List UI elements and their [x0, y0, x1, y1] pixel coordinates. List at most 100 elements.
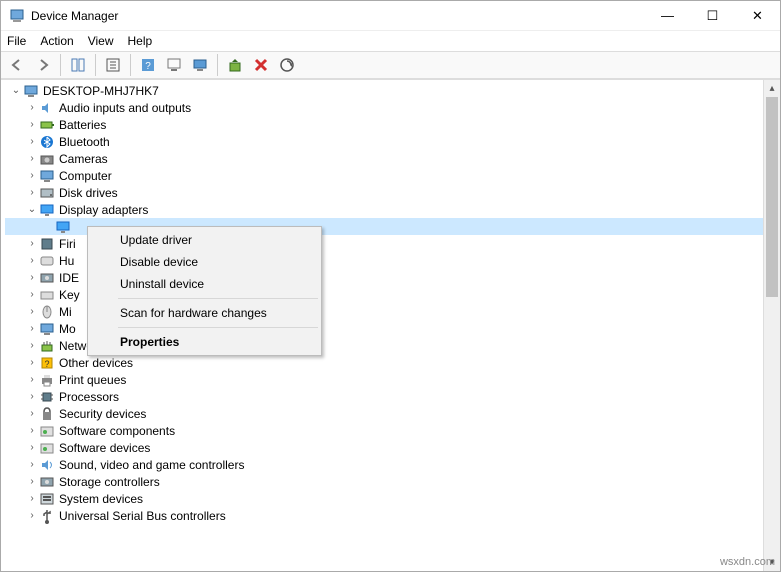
menu-action[interactable]: Action	[40, 34, 73, 48]
tree-node-label: Mo	[59, 322, 76, 336]
chevron-right-icon[interactable]: ›	[25, 255, 39, 266]
tree-node-label: Other devices	[59, 356, 133, 370]
chevron-right-icon[interactable]: ›	[25, 391, 39, 402]
chevron-right-icon[interactable]: ›	[25, 102, 39, 113]
device-category-icon	[39, 406, 55, 422]
device-category-icon	[39, 372, 55, 388]
back-button[interactable]	[5, 53, 29, 77]
maximize-button[interactable]: ☐	[690, 1, 735, 30]
device-category-icon: ?	[39, 355, 55, 371]
chevron-right-icon[interactable]: ›	[25, 357, 39, 368]
chevron-down-icon[interactable]: ⌄	[9, 85, 23, 96]
show-hide-console-button[interactable]	[66, 53, 90, 77]
device-category-icon	[39, 236, 55, 252]
tree-node[interactable]: ›? Other devices	[5, 354, 763, 371]
tree-node[interactable]: › Universal Serial Bus controllers	[5, 507, 763, 524]
tree-node[interactable]: ›Processors	[5, 388, 763, 405]
chevron-right-icon[interactable]: ›	[25, 493, 39, 504]
tree-node-label: Mi	[59, 305, 72, 319]
tree-node[interactable]: ›Storage controllers	[5, 473, 763, 490]
menu-file[interactable]: File	[7, 34, 26, 48]
close-button[interactable]: ✕	[735, 1, 780, 30]
device-category-icon	[39, 185, 55, 201]
update-driver-button[interactable]	[223, 53, 247, 77]
tree-node[interactable]: › Print queues	[5, 371, 763, 388]
menu-help[interactable]: Help	[128, 34, 153, 48]
tree-node[interactable]: › Software components	[5, 422, 763, 439]
monitor-button[interactable]	[188, 53, 212, 77]
toolbar-separator	[130, 54, 131, 76]
chevron-right-icon[interactable]: ›	[25, 119, 39, 130]
computer-icon	[23, 83, 39, 99]
chevron-right-icon[interactable]: ›	[25, 136, 39, 147]
context-menu: Update driver Disable device Uninstall d…	[87, 226, 322, 356]
device-category-icon	[39, 287, 55, 303]
tree-node[interactable]: ›System devices	[5, 490, 763, 507]
device-category-icon	[39, 491, 55, 507]
tree-node-label: Sound, video and game controllers	[59, 458, 244, 472]
scrollbar[interactable]: ▴ ▾	[763, 80, 780, 571]
device-category-icon	[39, 253, 55, 269]
properties-button[interactable]	[101, 53, 125, 77]
forward-button[interactable]	[31, 53, 55, 77]
chevron-down-icon[interactable]: ⌄	[25, 204, 39, 215]
chevron-right-icon[interactable]: ›	[25, 425, 39, 436]
help-button[interactable]: ?	[136, 53, 160, 77]
tree-node-label: Software components	[59, 424, 175, 438]
ctx-scan-hardware[interactable]: Scan for hardware changes	[90, 302, 319, 324]
tree-node-label: Audio inputs and outputs	[59, 101, 191, 115]
tree-node[interactable]: ›Batteries	[5, 116, 763, 133]
chevron-right-icon[interactable]: ›	[25, 459, 39, 470]
chevron-right-icon[interactable]: ›	[25, 306, 39, 317]
device-category-icon	[39, 134, 55, 150]
device-category-icon	[39, 304, 55, 320]
tree-node-label: Firi	[59, 237, 76, 251]
chevron-right-icon[interactable]: ›	[25, 374, 39, 385]
refresh-button[interactable]	[162, 53, 186, 77]
root-node[interactable]: ⌄ DESKTOP-MHJ7HK7	[5, 82, 763, 99]
ctx-properties[interactable]: Properties	[90, 331, 319, 353]
chevron-right-icon[interactable]: ›	[25, 272, 39, 283]
tree-node[interactable]: ›Disk drives	[5, 184, 763, 201]
chevron-right-icon[interactable]: ›	[25, 510, 39, 521]
toolbar-separator	[95, 54, 96, 76]
uninstall-button[interactable]	[249, 53, 273, 77]
tree-node[interactable]: ›Bluetooth	[5, 133, 763, 150]
device-category-icon	[39, 202, 55, 218]
chevron-right-icon[interactable]: ›	[25, 323, 39, 334]
device-category-icon	[39, 389, 55, 405]
titlebar: Device Manager — ☐ ✕	[1, 1, 780, 31]
tree-node[interactable]: ›Cameras	[5, 150, 763, 167]
tree-node[interactable]: ›Security devices	[5, 405, 763, 422]
ctx-update-driver[interactable]: Update driver	[90, 229, 319, 251]
svg-text:?: ?	[44, 359, 49, 369]
minimize-button[interactable]: —	[645, 1, 690, 30]
chevron-right-icon[interactable]: ›	[25, 340, 39, 351]
chevron-right-icon[interactable]: ›	[25, 289, 39, 300]
tree-node[interactable]: ›Computer	[5, 167, 763, 184]
tree-node[interactable]: ⌄Display adapters	[5, 201, 763, 218]
ctx-disable-device[interactable]: Disable device	[90, 251, 319, 273]
scroll-up-button[interactable]: ▴	[764, 80, 780, 97]
device-category-icon	[39, 508, 55, 524]
chevron-right-icon[interactable]: ›	[25, 153, 39, 164]
chevron-right-icon[interactable]: ›	[25, 476, 39, 487]
toolbar-separator	[217, 54, 218, 76]
tree-node[interactable]: ›Software devices	[5, 439, 763, 456]
scroll-thumb[interactable]	[766, 97, 778, 297]
tree-node[interactable]: › Sound, video and game controllers	[5, 456, 763, 473]
scan-hardware-button[interactable]	[275, 53, 299, 77]
chevron-right-icon[interactable]: ›	[25, 238, 39, 249]
device-category-icon	[39, 100, 55, 116]
svg-text:?: ?	[145, 61, 151, 72]
tree-node-label: Print queues	[59, 373, 126, 387]
chevron-right-icon[interactable]: ›	[25, 442, 39, 453]
ctx-uninstall-device[interactable]: Uninstall device	[90, 273, 319, 295]
menu-view[interactable]: View	[88, 34, 114, 48]
tree-node-label: Universal Serial Bus controllers	[59, 509, 226, 523]
chevron-right-icon[interactable]: ›	[25, 408, 39, 419]
chevron-right-icon[interactable]: ›	[25, 187, 39, 198]
device-category-icon	[55, 219, 71, 235]
tree-node[interactable]: › Audio inputs and outputs	[5, 99, 763, 116]
chevron-right-icon[interactable]: ›	[25, 170, 39, 181]
